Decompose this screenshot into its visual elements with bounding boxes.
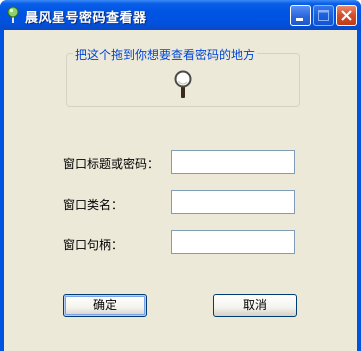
window-title: 晨风星号密码查看器 xyxy=(25,11,147,26)
title-bar[interactable]: 晨风星号密码查看器 xyxy=(0,0,361,30)
finder-group-title: 把这个拖到你想要查看密码的地方 xyxy=(73,46,258,63)
maximize-icon xyxy=(318,10,329,21)
class-name-field[interactable] xyxy=(171,190,295,214)
handle-label: 窗口句柄： xyxy=(63,238,124,252)
minimize-icon xyxy=(296,18,303,21)
app-window: 晨风星号密码查看器 把这个拖到你想要查看密码的地方 窗口标题或密码： 窗口类名：… xyxy=(0,0,361,351)
handle-field[interactable] xyxy=(171,230,295,254)
class-name-label: 窗口类名： xyxy=(63,198,124,212)
maximize-button[interactable] xyxy=(313,5,334,26)
close-button[interactable] xyxy=(336,5,357,26)
pin-icon xyxy=(6,6,20,24)
cancel-button[interactable]: 取消 xyxy=(213,294,297,317)
dialog-body: 把这个拖到你想要查看密码的地方 窗口标题或密码： 窗口类名： 窗口句柄： 确定 … xyxy=(4,30,357,351)
ok-button[interactable]: 确定 xyxy=(63,294,147,317)
minimize-button[interactable] xyxy=(290,5,311,26)
magnifier-icon[interactable] xyxy=(173,70,193,100)
password-field[interactable] xyxy=(171,150,295,174)
finder-group: 把这个拖到你想要查看密码的地方 xyxy=(66,46,300,107)
close-icon xyxy=(341,10,352,21)
password-label: 窗口标题或密码： xyxy=(63,157,160,171)
